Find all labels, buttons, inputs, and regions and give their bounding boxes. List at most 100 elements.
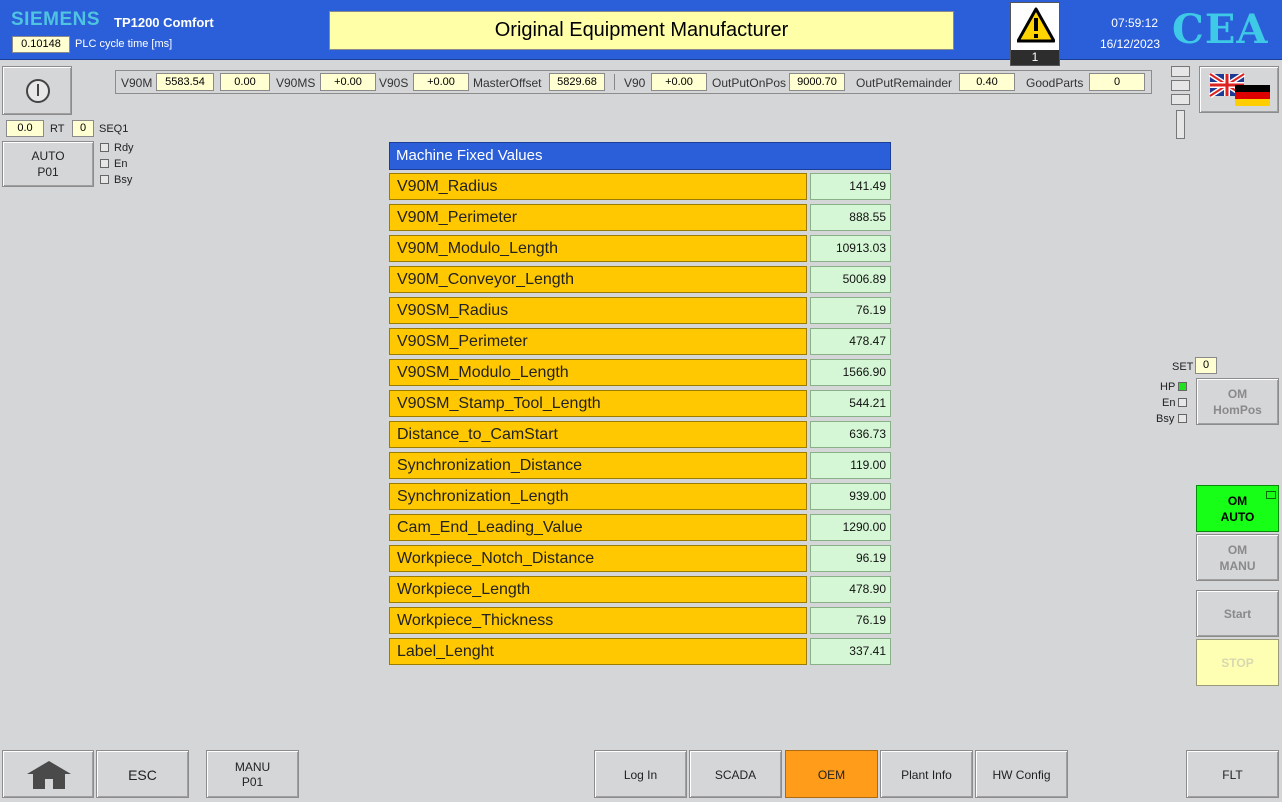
- outputremainder-label: OutPutRemainder: [856, 76, 953, 90]
- v90m-label: V90M: [121, 76, 153, 90]
- seq-label: SEQ1: [99, 123, 129, 135]
- header-bar: SIEMENS TP1200 Comfort 0.10148 PLC cycle…: [0, 0, 1282, 66]
- en-label: En: [114, 158, 128, 170]
- scada-button[interactable]: SCADA: [689, 750, 782, 798]
- table-row-value: 141.49: [810, 173, 891, 200]
- brand-logo: SIEMENS: [11, 9, 101, 30]
- esc-button[interactable]: ESC: [96, 750, 189, 798]
- table-row-value: 76.19: [810, 607, 891, 634]
- table-row-label: V90SM_Stamp_Tool_Length: [389, 390, 807, 417]
- scroll-handle[interactable]: [1176, 110, 1185, 139]
- goodparts-label: GoodParts: [1026, 76, 1084, 90]
- goodparts-value: 0: [1089, 73, 1145, 91]
- table-row-label: Workpiece_Thickness: [389, 607, 807, 634]
- table-row-value: 5006.89: [810, 266, 891, 293]
- masteroffset-label: MasterOffset: [473, 76, 542, 90]
- v90ms-label: V90MS: [276, 76, 316, 90]
- bsy-label-right: Bsy: [1156, 413, 1175, 425]
- flt-button[interactable]: FLT: [1186, 750, 1279, 798]
- table-row-value: 544.21: [810, 390, 891, 417]
- power-icon: [26, 79, 50, 103]
- table-row-value: 76.19: [810, 297, 891, 324]
- hp-label: HP: [1160, 381, 1176, 393]
- bsy-indicator: [100, 175, 109, 184]
- cea-logo: CEA: [1172, 6, 1269, 53]
- start-button[interactable]: Start: [1196, 590, 1279, 637]
- masteroffset-value: 5829.68: [549, 73, 605, 91]
- table-row-label: Workpiece_Notch_Distance: [389, 545, 807, 572]
- screen-stack-segment[interactable]: [1171, 94, 1190, 105]
- plant-info-button[interactable]: Plant Info: [880, 750, 973, 798]
- v90m-value-2: 0.00: [220, 73, 270, 91]
- table-row-value: 10913.03: [810, 235, 891, 262]
- auto-p01-button[interactable]: AUTO P01: [2, 141, 94, 187]
- screen-stack-segment[interactable]: [1171, 66, 1190, 77]
- power-button[interactable]: [2, 66, 72, 115]
- table-row-value: 337.41: [810, 638, 891, 665]
- outputonpos-label: OutPutOnPos: [712, 76, 787, 90]
- page-title: Original Equipment Manufacturer: [329, 11, 954, 50]
- clock-time: 07:59:12: [1111, 16, 1158, 30]
- table-row-label: V90M_Conveyor_Length: [389, 266, 807, 293]
- stop-button[interactable]: STOP: [1196, 639, 1279, 686]
- en-label-right: En: [1162, 397, 1176, 409]
- oem-button[interactable]: OEM: [785, 750, 878, 798]
- auto-button-line2: P01: [37, 165, 59, 179]
- manu-p01-button[interactable]: MANU P01: [206, 750, 299, 798]
- en-indicator-right: [1178, 398, 1187, 407]
- outputremainder-value: 0.40: [959, 73, 1015, 91]
- rdy-label: Rdy: [114, 142, 134, 154]
- om-auto-led: [1266, 491, 1276, 499]
- om-hompos-line1: OM: [1227, 387, 1248, 401]
- plc-cycle-time-value: 0.10148: [12, 36, 70, 53]
- table-row-label: V90M_Radius: [389, 173, 807, 200]
- table-row-value: 478.47: [810, 328, 891, 355]
- left-value-field: 0.0: [6, 120, 44, 137]
- om-manu-button[interactable]: OM MANU: [1196, 534, 1279, 581]
- process-values-bar: V90M 5583.54 0.00 V90MS +0.00 V90S +0.00…: [115, 70, 1152, 94]
- hw-config-button[interactable]: HW Config: [975, 750, 1068, 798]
- v90-label: V90: [624, 76, 646, 90]
- table-row-label: Distance_to_CamStart: [389, 421, 807, 448]
- bsy-indicator-right: [1178, 414, 1187, 423]
- bsy-label: Bsy: [114, 174, 133, 186]
- alarm-count: 1: [1011, 50, 1059, 65]
- v90-value: +0.00: [651, 73, 707, 91]
- set-label: SET: [1172, 361, 1194, 373]
- table-row-value: 478.90: [810, 576, 891, 603]
- alarm-button[interactable]: 1: [1010, 2, 1060, 66]
- rt-value-field: 0: [72, 120, 94, 137]
- om-hompos-button[interactable]: OM HomPos: [1196, 378, 1279, 425]
- table-row-label: V90SM_Perimeter: [389, 328, 807, 355]
- login-button[interactable]: Log In: [594, 750, 687, 798]
- v90s-label: V90S: [379, 76, 409, 90]
- table-row-label: Workpiece_Length: [389, 576, 807, 603]
- language-button[interactable]: [1199, 66, 1279, 113]
- en-indicator: [100, 159, 109, 168]
- table-row-label: Synchronization_Distance: [389, 452, 807, 479]
- table-title: Machine Fixed Values: [389, 142, 891, 170]
- plc-cycle-time-label: PLC cycle time [ms]: [75, 38, 173, 50]
- clock-date: 16/12/2023: [1099, 37, 1160, 51]
- table-row-value: 96.19: [810, 545, 891, 572]
- table-row-value: 1566.90: [810, 359, 891, 386]
- hp-indicator: [1178, 382, 1187, 391]
- om-auto-button[interactable]: OM AUTO: [1196, 485, 1279, 532]
- warning-icon: [1017, 7, 1055, 43]
- table-row-label: V90SM_Radius: [389, 297, 807, 324]
- home-button[interactable]: [2, 750, 94, 798]
- rdy-indicator: [100, 143, 109, 152]
- om-hompos-line2: HomPos: [1213, 403, 1262, 417]
- om-manu-line1: OM: [1227, 543, 1248, 557]
- table-row-label: Label_Lenght: [389, 638, 807, 665]
- set-value-field: 0: [1195, 357, 1217, 374]
- table-row-label: Cam_End_Leading_Value: [389, 514, 807, 541]
- v90m-value: 5583.54: [156, 73, 214, 91]
- table-row-value: 636.73: [810, 421, 891, 448]
- screen-stack-segment[interactable]: [1171, 80, 1190, 91]
- auto-button-line1: AUTO: [31, 149, 65, 163]
- home-icon: [27, 761, 71, 789]
- table-row-value: 888.55: [810, 204, 891, 231]
- manu-button-line2: P01: [241, 775, 264, 789]
- om-auto-line2: AUTO: [1220, 510, 1255, 524]
